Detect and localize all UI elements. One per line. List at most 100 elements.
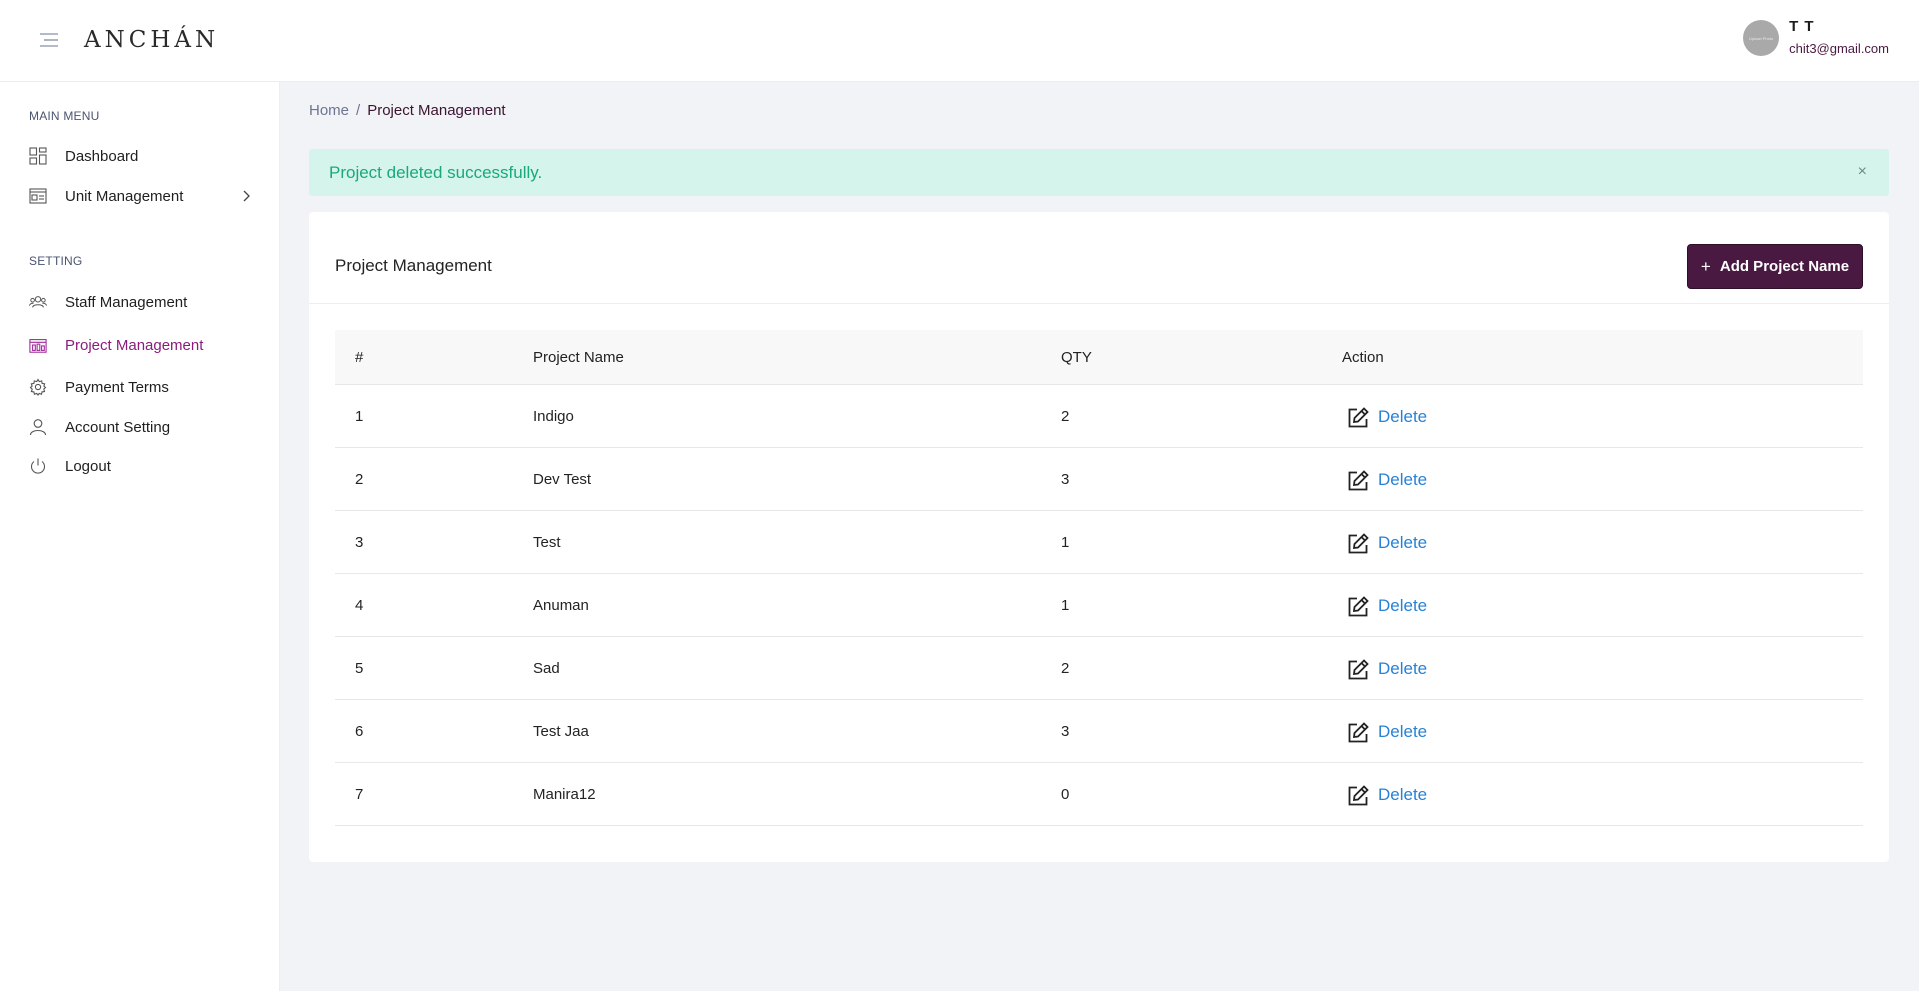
chevron-right-icon	[241, 189, 251, 203]
top-header: ANCHÁN Upload Photo T T chit3@gmail.com	[0, 0, 1919, 82]
table-row: 7 Manira12 0 Delete	[335, 763, 1863, 826]
edit-icon[interactable]	[1346, 658, 1370, 682]
alert-message: Project deleted successfully.	[329, 162, 543, 182]
sidebar-item-logout[interactable]: Logout	[29, 454, 251, 478]
project-icon	[29, 336, 47, 354]
table-row: 1 Indigo 2 Delete	[335, 385, 1863, 448]
dashboard-icon	[29, 147, 47, 165]
row-qty: 3	[1061, 722, 1070, 740]
edit-icon[interactable]	[1346, 469, 1370, 493]
breadcrumb-home-link[interactable]: Home	[309, 102, 349, 119]
table-row: 4 Anuman 1 Delete	[335, 574, 1863, 637]
sidebar: MAIN MENU Dashboard Unit Management SETT…	[0, 82, 280, 991]
edit-icon[interactable]	[1346, 532, 1370, 556]
row-actions: Delete	[1342, 466, 1863, 493]
row-qty: 1	[1061, 533, 1070, 551]
user-email: chit3@gmail.com	[1789, 41, 1889, 56]
row-project-name: Anuman	[533, 596, 589, 614]
row-project-name: Dev Test	[533, 470, 592, 488]
table-row: 2 Dev Test 3 Delete	[335, 448, 1863, 511]
sidebar-item-dashboard[interactable]: Dashboard	[29, 144, 251, 168]
row-qty: 2	[1061, 407, 1070, 425]
users-icon	[29, 293, 47, 311]
sidebar-item-label: Staff Management	[65, 293, 188, 311]
column-header-action: Action	[1342, 348, 1384, 366]
edit-icon[interactable]	[1346, 406, 1370, 430]
column-header-qty: QTY	[1061, 348, 1092, 366]
avatar[interactable]: Upload Photo	[1743, 20, 1780, 56]
row-qty: 3	[1061, 470, 1070, 488]
row-actions: Delete	[1342, 403, 1863, 430]
row-actions: Delete	[1342, 718, 1863, 745]
power-icon	[29, 457, 47, 475]
delete-link[interactable]: Delete	[1378, 407, 1427, 427]
breadcrumb-current: Project Management	[367, 102, 506, 119]
card-header: Project Management + Add Project Name	[309, 212, 1889, 304]
unit-icon	[29, 187, 47, 205]
table-row: 5 Sad 2 Delete	[335, 637, 1863, 700]
edit-icon[interactable]	[1346, 595, 1370, 619]
project-card: Project Management + Add Project Name # …	[309, 212, 1889, 862]
delete-link[interactable]: Delete	[1378, 722, 1427, 742]
sidebar-item-unit-management[interactable]: Unit Management	[29, 184, 251, 208]
row-number: 5	[355, 659, 364, 677]
add-project-label: Add Project Name	[1719, 258, 1850, 275]
row-project-name: Manira12	[533, 785, 596, 803]
row-project-name: Sad	[533, 659, 560, 677]
row-number: 7	[355, 785, 364, 803]
row-number: 1	[355, 407, 364, 425]
delete-link[interactable]: Delete	[1378, 659, 1427, 679]
delete-link[interactable]: Delete	[1378, 785, 1427, 805]
edit-icon[interactable]	[1346, 784, 1370, 808]
user-name: T T	[1789, 18, 1815, 35]
user-profile[interactable]: Upload Photo T T chit3@gmail.com	[1743, 18, 1889, 56]
sidebar-item-label: Logout	[65, 457, 111, 475]
sidebar-item-payment-terms[interactable]: Payment Terms	[29, 375, 251, 399]
row-qty: 0	[1061, 785, 1070, 803]
table-header: # Project Name QTY Action	[335, 330, 1863, 385]
project-table: # Project Name QTY Action 1 Indigo 2 Del…	[335, 330, 1863, 826]
row-actions: Delete	[1342, 781, 1863, 808]
table-row: 3 Test 1 Delete	[335, 511, 1863, 574]
sidebar-item-label: Payment Terms	[65, 378, 169, 396]
main-menu-title: MAIN MENU	[29, 109, 100, 123]
delete-link[interactable]: Delete	[1378, 596, 1427, 616]
card-title: Project Management	[335, 256, 492, 275]
sidebar-item-label: Project Management	[65, 336, 204, 354]
user-icon	[29, 418, 47, 436]
delete-link[interactable]: Delete	[1378, 470, 1427, 490]
plus-icon: +	[1700, 256, 1711, 276]
row-project-name: Test	[533, 533, 561, 551]
row-actions: Delete	[1342, 529, 1863, 556]
row-actions: Delete	[1342, 592, 1863, 619]
sidebar-item-staff-management[interactable]: Staff Management	[29, 290, 251, 314]
row-number: 3	[355, 533, 364, 551]
row-number: 2	[355, 470, 364, 488]
sidebar-item-account-setting[interactable]: Account Setting	[29, 415, 251, 439]
edit-icon[interactable]	[1346, 721, 1370, 745]
delete-link[interactable]: Delete	[1378, 533, 1427, 553]
success-alert: Project deleted successfully. ×	[309, 149, 1889, 196]
add-project-button[interactable]: + Add Project Name	[1687, 244, 1863, 289]
table-row: 6 Test Jaa 3 Delete	[335, 700, 1863, 763]
brand-logo[interactable]: ANCHÁN	[84, 27, 219, 53]
sidebar-item-label: Account Setting	[65, 418, 171, 436]
menu-toggle-icon[interactable]	[38, 31, 60, 51]
row-number: 6	[355, 722, 364, 740]
close-icon[interactable]: ×	[1858, 163, 1867, 181]
sidebar-item-label: Unit Management	[65, 187, 184, 205]
row-qty: 1	[1061, 596, 1070, 614]
breadcrumb: Home / Project Management	[309, 102, 506, 119]
table-body: 1 Indigo 2 Delete 2 Dev Test 3 Delete 3 …	[335, 385, 1863, 826]
row-qty: 2	[1061, 659, 1070, 677]
row-actions: Delete	[1342, 655, 1863, 682]
column-header-number: #	[355, 348, 364, 366]
sidebar-item-label: Dashboard	[65, 147, 139, 165]
column-header-project-name: Project Name	[533, 348, 624, 366]
breadcrumb-separator: /	[356, 102, 361, 119]
gear-icon	[29, 378, 47, 396]
row-project-name: Indigo	[533, 407, 574, 425]
setting-title: SETTING	[29, 254, 83, 268]
sidebar-item-project-management[interactable]: Project Management	[29, 333, 251, 357]
row-number: 4	[355, 596, 364, 614]
